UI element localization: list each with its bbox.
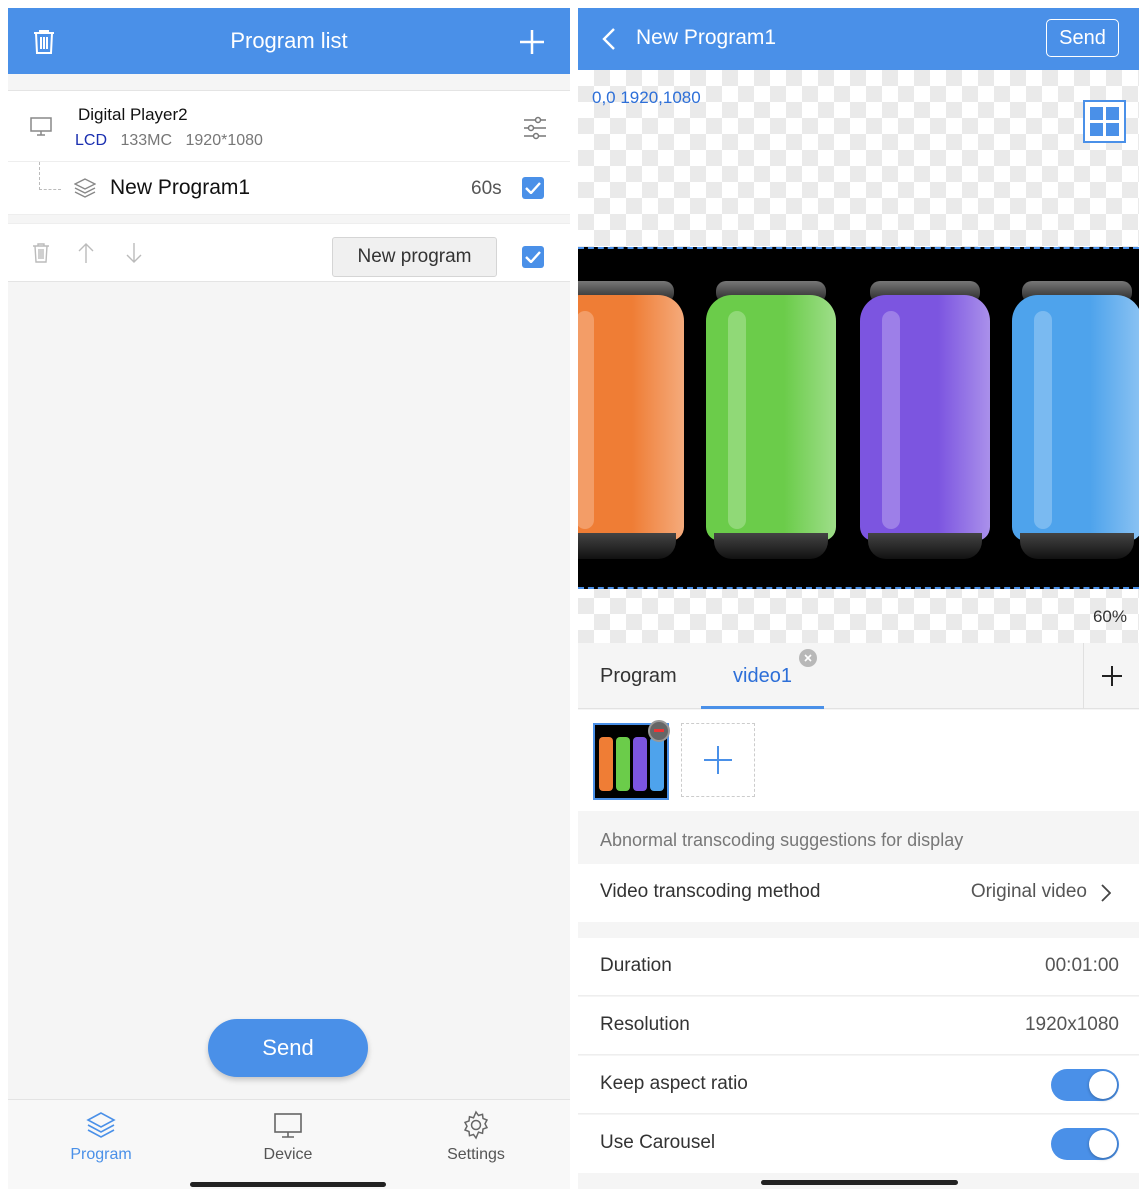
carousel-toggle[interactable] [1051, 1128, 1119, 1160]
bottom-tab-bar: Program Device Settings [8, 1099, 570, 1189]
thumb-can [599, 737, 613, 791]
remove-media-icon[interactable] [648, 720, 670, 742]
device-info: LCD 133MC 1920*1080 [75, 132, 263, 150]
monitor-icon [228, 1110, 348, 1142]
device-resolution: 1920*1080 [185, 132, 263, 149]
keep-aspect-label: Keep aspect ratio [600, 1073, 748, 1094]
tree-connector [39, 162, 61, 190]
layers-icon [41, 1110, 161, 1142]
transcoding-method-row[interactable]: Video transcoding method Original video [578, 864, 1139, 922]
add-program-icon[interactable] [518, 28, 546, 56]
tab-settings[interactable]: Settings [416, 1110, 536, 1164]
thumb-can [650, 737, 664, 791]
transcoding-note: Abnormal transcoding suggestions for dis… [600, 830, 964, 850]
home-indicator [190, 1182, 386, 1187]
move-down-icon[interactable] [124, 242, 144, 264]
keep-aspect-toggle[interactable] [1051, 1069, 1119, 1101]
can-image-green [706, 281, 836, 559]
tab-program[interactable]: Program [41, 1110, 161, 1164]
canvas-preview[interactable]: 0,0 1920,1080 60% [578, 70, 1139, 643]
chevron-right-icon [1100, 883, 1112, 903]
program-editor-screen: New Program1 Send 0,0 1920,1080 60% Prog… [578, 8, 1139, 1189]
tab-device-label: Device [263, 1146, 313, 1163]
header-send-button[interactable]: Send [1046, 19, 1119, 57]
can-image-blue [1012, 281, 1139, 559]
monitor-icon [30, 117, 52, 137]
plus-icon [1101, 665, 1123, 687]
duration-label: Duration [600, 955, 672, 976]
resolution-row: Resolution 1920x1080 [578, 997, 1139, 1055]
home-indicator [761, 1180, 958, 1185]
resolution-value: 1920x1080 [1024, 1014, 1119, 1035]
media-strip [578, 710, 1139, 811]
tab-device[interactable]: Device [228, 1110, 348, 1164]
duration-value: 00:01:00 [1045, 955, 1119, 976]
device-row[interactable]: Digital Player2 LCD 133MC 1920*1080 [8, 90, 570, 162]
delete-icon[interactable] [32, 243, 50, 263]
program-checkbox[interactable] [522, 177, 544, 199]
new-program-button[interactable]: New program [332, 237, 497, 277]
transcoding-label: Video transcoding method [600, 881, 821, 902]
tab-video1[interactable]: video1 [701, 643, 824, 709]
program-row[interactable]: New Program1 60s [8, 162, 570, 215]
program-list-header: Program list [8, 8, 570, 74]
layers-icon [74, 177, 96, 199]
close-tab-icon[interactable] [799, 649, 817, 667]
program-list-screen: Program list Digital Player2 LCD 133MC 1… [8, 8, 570, 1189]
add-media-button[interactable] [681, 723, 755, 797]
canvas-coordinates: 0,0 1920,1080 [592, 88, 701, 107]
device-settings-sliders-icon[interactable] [522, 115, 548, 141]
keep-aspect-row: Keep aspect ratio [578, 1056, 1139, 1114]
device-model: 133MC [120, 132, 173, 149]
resolution-label: Resolution [600, 1014, 690, 1035]
editor-header: New Program1 Send [578, 8, 1139, 70]
can-image-orange [578, 281, 684, 559]
screen: Program list Digital Player2 LCD 133MC 1… [0, 0, 1139, 1189]
move-up-icon[interactable] [76, 242, 96, 264]
page-title: Program list [230, 28, 348, 53]
send-button[interactable]: Send [208, 1019, 368, 1077]
select-all-checkbox[interactable] [522, 246, 544, 268]
can-image-purple [860, 281, 990, 559]
tab-settings-label: Settings [447, 1146, 505, 1163]
tab-video1-label: video1 [733, 665, 792, 687]
tab-program-label: Program [70, 1146, 132, 1163]
zoom-level: 60% [1092, 607, 1127, 626]
thumb-can [616, 737, 630, 791]
add-tab-button[interactable] [1083, 643, 1139, 709]
back-chevron-icon[interactable] [600, 26, 618, 52]
editor-title: New Program1 [636, 26, 777, 49]
carousel-label: Use Carousel [600, 1132, 716, 1153]
program-actions-row: New program [8, 223, 570, 282]
device-name: Digital Player2 [78, 105, 188, 124]
video-region[interactable] [578, 247, 1139, 589]
device-type: LCD [75, 132, 108, 149]
gear-icon [416, 1110, 536, 1142]
tab-program[interactable]: Program [600, 665, 677, 688]
duration-row[interactable]: Duration 00:01:00 [578, 938, 1139, 996]
thumb-can [633, 737, 647, 791]
transcoding-value: Original video [970, 881, 1087, 902]
carousel-row: Use Carousel [578, 1115, 1139, 1173]
editor-tabs: Program video1 [578, 643, 1139, 709]
program-name: New Program1 [110, 176, 251, 199]
program-duration: 60s [471, 178, 502, 199]
layout-grid-icon[interactable] [1083, 100, 1126, 143]
